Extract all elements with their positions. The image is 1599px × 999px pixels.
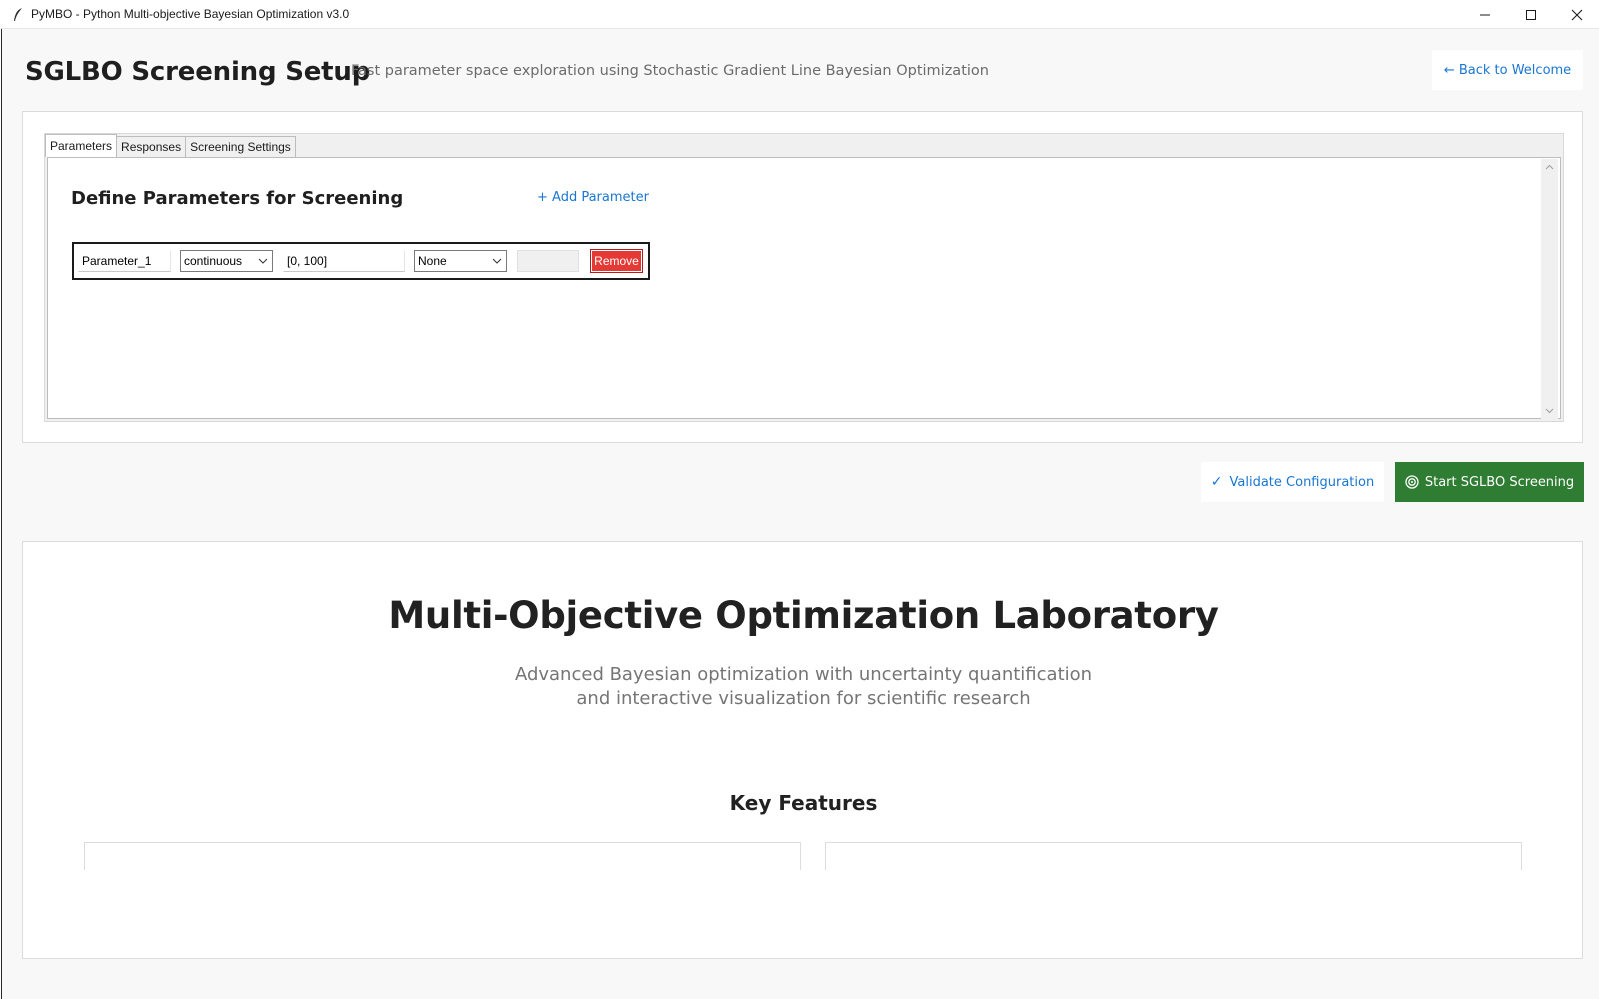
feather-icon <box>14 8 22 21</box>
parameter-type-select[interactable]: continuous <box>180 250 273 272</box>
target-icon <box>1405 475 1419 489</box>
lab-subtitle-line-1: Advanced Bayesian optimization with unce… <box>514 664 1093 685</box>
parameter-row: Parameter_1 continuous [0, 100] None Rem… <box>72 242 650 280</box>
minimize-icon <box>1480 14 1490 15</box>
add-parameter-button[interactable]: + Add Parameter <box>537 190 649 205</box>
feature-card <box>84 842 801 870</box>
lab-info-card: Multi-Objective Optimization Laboratory … <box>22 541 1583 959</box>
page-subtitle: Fast parameter space exploration using S… <box>351 63 989 79</box>
parameter-transform-select[interactable]: None <box>414 250 507 272</box>
parameters-scrollbar[interactable] <box>1541 159 1558 419</box>
validate-label: Validate Configuration <box>1229 474 1375 490</box>
chevron-down-icon <box>492 258 502 264</box>
page-title: SGLBO Screening Setup <box>25 57 371 87</box>
minimize-button[interactable] <box>1462 0 1508 29</box>
scroll-down-icon[interactable] <box>1545 406 1554 415</box>
maximize-icon <box>1526 9 1536 20</box>
parameter-transform-value: None <box>418 254 447 268</box>
maximize-button[interactable] <box>1508 0 1554 29</box>
lab-title: Multi-Objective Optimization Laboratory <box>388 594 1219 637</box>
start-sglbo-screening-button[interactable]: Start SGLBO Screening <box>1395 462 1584 502</box>
setup-card: Parameters Responses Screening Settings … <box>22 111 1583 443</box>
back-to-welcome-button[interactable]: ← Back to Welcome <box>1432 50 1583 90</box>
tab-bar: Parameters Responses Screening Settings <box>45 134 296 157</box>
close-button[interactable] <box>1554 0 1599 29</box>
chevron-down-icon <box>258 258 268 264</box>
tab-parameters[interactable]: Parameters <box>45 134 118 157</box>
start-label: Start SGLBO Screening <box>1424 474 1575 490</box>
parameter-name-input[interactable]: Parameter_1 <box>78 250 171 272</box>
parameter-type-value: continuous <box>184 254 243 268</box>
lab-subtitle-line-2: and interactive visualization for scient… <box>576 688 1031 709</box>
remove-parameter-button[interactable]: Remove <box>590 249 643 273</box>
tab-responses[interactable]: Responses <box>116 136 187 157</box>
checkmark-icon: ✓ <box>1210 474 1223 490</box>
key-features-heading: Key Features <box>729 791 878 815</box>
close-icon <box>1571 9 1583 20</box>
feature-card <box>825 842 1522 870</box>
parameter-range-input[interactable]: [0, 100] <box>283 250 405 272</box>
setup-notebook: Parameters Responses Screening Settings … <box>44 133 1564 422</box>
parameters-section-title: Define Parameters for Screening <box>71 188 404 209</box>
validate-configuration-button[interactable]: ✓ Validate Configuration <box>1201 462 1384 502</box>
app-window: SGLBO Screening Setup Fast parameter spa… <box>1 29 1599 999</box>
parameter-extra-input[interactable] <box>517 250 579 272</box>
window-title: PyMBO - Python Multi-objective Bayesian … <box>31 7 350 21</box>
tab-screening-settings[interactable]: Screening Settings <box>185 136 296 157</box>
parameters-tab-panel: Define Parameters for Screening + Add Pa… <box>47 157 1561 419</box>
window-titlebar: PyMBO - Python Multi-objective Bayesian … <box>0 0 1599 29</box>
scroll-up-icon[interactable] <box>1545 163 1554 172</box>
